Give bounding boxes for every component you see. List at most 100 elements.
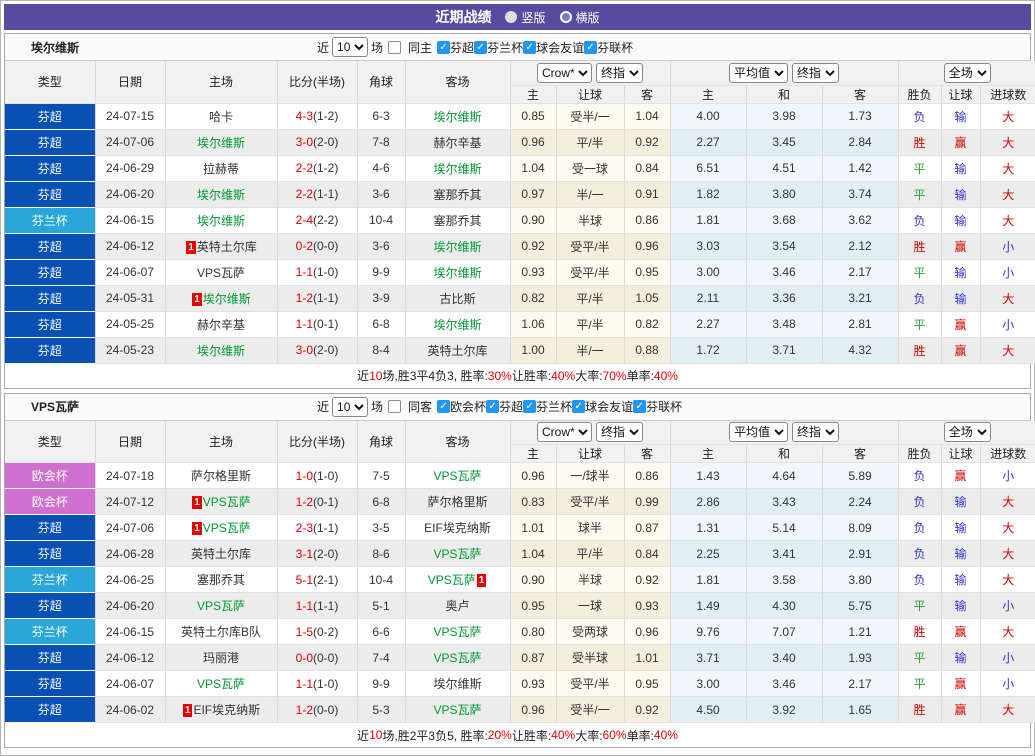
league-filter[interactable]: ✓芬超	[486, 398, 523, 415]
checkbox-icon-checked[interactable]: ✓	[572, 400, 585, 413]
home-team: 塞那乔其	[197, 573, 245, 587]
checkbox-icon-checked[interactable]: ✓	[523, 41, 536, 54]
odds-away: 1.05	[624, 285, 670, 311]
avg-draw: 3.41	[746, 541, 822, 567]
result-goals: 大	[980, 619, 1035, 645]
odds-stage-select[interactable]: 终指	[596, 422, 643, 442]
summary-text: 单率:	[627, 727, 654, 744]
col-avg-draw: 和	[746, 85, 822, 103]
away-team: 塞那乔其	[433, 214, 481, 228]
away-team-cell: VPS瓦萨	[405, 541, 510, 567]
odds-home: 0.92	[510, 233, 556, 259]
match-date: 24-06-29	[95, 155, 165, 181]
layout-radio-horizontal[interactable]: 横版	[560, 9, 600, 26]
col-crow-away: 客	[624, 85, 670, 103]
checkbox-icon-checked[interactable]: ✓	[474, 41, 487, 54]
result-goals: 小	[980, 671, 1035, 697]
avg-draw: 3.98	[746, 103, 822, 129]
bookmaker-select[interactable]: Crow*	[537, 63, 592, 83]
avg-home: 3.00	[670, 259, 746, 285]
away-team: 塞那乔其	[433, 188, 481, 202]
avg-home: 1.43	[670, 463, 746, 489]
away-team: VPS瓦萨	[433, 469, 481, 483]
home-team: VPS瓦萨	[197, 599, 245, 613]
layout-radio-vertical[interactable]: 竖版	[505, 9, 545, 26]
full-score: 1-1	[296, 599, 313, 613]
same-venue-filter[interactable]	[388, 400, 401, 413]
league-badge: 芬超	[5, 129, 95, 155]
average-select[interactable]: 平均值	[729, 422, 788, 442]
away-team-cell: 埃尔维斯	[405, 233, 510, 259]
result-handicap: 赢	[941, 697, 980, 723]
match-date: 24-06-12	[95, 233, 165, 259]
result-handicap: 输	[941, 207, 980, 233]
home-team: VPS瓦萨	[197, 677, 245, 691]
match-date: 24-06-20	[95, 593, 165, 619]
full-score: 1-1	[296, 317, 313, 331]
match-date: 24-05-25	[95, 311, 165, 337]
radio-icon-unselected[interactable]	[505, 11, 517, 23]
checkbox-icon-checked[interactable]: ✓	[437, 41, 450, 54]
corner-score: 7-8	[357, 129, 405, 155]
recent-count-select[interactable]: 10	[332, 37, 368, 57]
away-team: VPS瓦萨	[428, 573, 476, 587]
league-badge: 芬超	[5, 541, 95, 567]
league-filter[interactable]: ✓芬兰杯	[474, 39, 523, 56]
league-filter[interactable]: ✓芬兰杯	[523, 398, 572, 415]
recent-count-select[interactable]: 10	[332, 397, 368, 417]
col-result-handicap: 让球	[941, 85, 980, 103]
same-venue-filter[interactable]	[388, 41, 401, 54]
home-team-cell: 埃尔维斯	[165, 207, 277, 233]
odds-stage-select-2[interactable]: 终指	[792, 63, 839, 83]
checkbox-icon-checked[interactable]: ✓	[523, 400, 536, 413]
radio-icon-selected[interactable]	[560, 11, 572, 23]
corner-score: 5-3	[357, 697, 405, 723]
league-filter[interactable]: ✓球会友谊	[523, 39, 584, 56]
away-team: 赫尔辛基	[433, 136, 481, 150]
away-team-cell: 塞那乔其	[405, 207, 510, 233]
score-cell: 1-1(1-1)	[277, 593, 357, 619]
league-filter[interactable]: ✓芬联杯	[633, 398, 682, 415]
scope-select[interactable]: 全场	[944, 422, 991, 442]
odds-stage-select-2[interactable]: 终指	[792, 422, 839, 442]
avg-away: 1.65	[822, 697, 898, 723]
bookmaker-select[interactable]: Crow*	[537, 422, 592, 442]
avg-away: 2.91	[822, 541, 898, 567]
result-handicap: 输	[941, 103, 980, 129]
checkbox-icon-unchecked[interactable]	[388, 41, 401, 54]
full-score: 3-0	[296, 343, 313, 357]
summary-text: 单率:	[627, 367, 654, 384]
table-header: 类型 日期 主场 比分(半场) 角球 客场 Crow*终指 平均值终指 全场	[5, 61, 1035, 103]
col-type: 类型	[5, 421, 95, 463]
avg-away: 1.42	[822, 155, 898, 181]
avg-draw: 3.43	[746, 489, 822, 515]
league-badge: 芬超	[5, 337, 95, 363]
scope-select[interactable]: 全场	[944, 63, 991, 83]
result-goals: 大	[980, 129, 1035, 155]
checkbox-icon-checked[interactable]: ✓	[437, 400, 450, 413]
checkbox-icon-unchecked[interactable]	[388, 400, 401, 413]
near-label: 近	[317, 39, 329, 56]
checkbox-icon-checked[interactable]: ✓	[584, 41, 597, 54]
home-team: EIF埃克纳斯	[193, 703, 260, 717]
odds-handicap: 半球	[556, 207, 624, 233]
league-filter[interactable]: ✓球会友谊	[572, 398, 633, 415]
odds-handicap: 受半球	[556, 645, 624, 671]
corner-score: 7-5	[357, 463, 405, 489]
average-select[interactable]: 平均值	[729, 63, 788, 83]
avg-home: 1.81	[670, 207, 746, 233]
away-team-cell: 英特土尔库	[405, 337, 510, 363]
checkbox-icon-checked[interactable]: ✓	[633, 400, 646, 413]
league-filter[interactable]: ✓芬超	[437, 39, 474, 56]
checkbox-icon-checked[interactable]: ✓	[486, 400, 499, 413]
full-score: 1-2	[296, 495, 313, 509]
league-badge: 芬超	[5, 181, 95, 207]
odds-stage-select[interactable]: 终指	[596, 63, 643, 83]
half-score: (2-0)	[313, 343, 338, 357]
col-result-outcome: 胜负	[898, 445, 941, 463]
league-filter[interactable]: ✓芬联杯	[584, 39, 633, 56]
match-date: 24-06-02	[95, 697, 165, 723]
away-team-cell: VPS瓦萨	[405, 463, 510, 489]
matches-body: 欧会杯24-07-18萨尔格里斯1-0(1-0)7-5VPS瓦萨0.96一/球半…	[5, 463, 1035, 723]
league-filter[interactable]: ✓欧会杯	[437, 398, 486, 415]
